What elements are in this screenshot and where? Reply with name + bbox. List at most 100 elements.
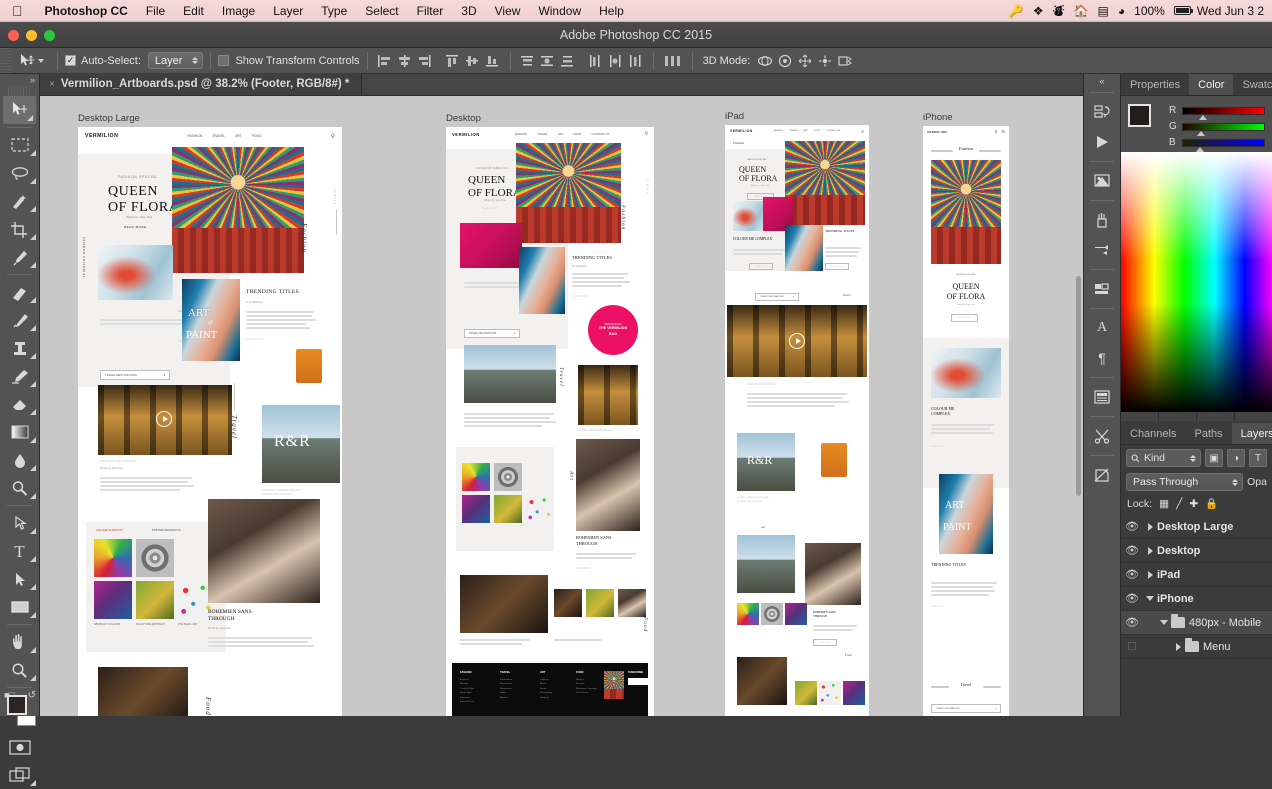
layer-disclosure-triangle[interactable]: [1157, 620, 1171, 625]
menu-item-image[interactable]: Image: [213, 4, 264, 18]
gallery-image-2-desktop[interactable]: [494, 463, 522, 491]
image-pier-ipad[interactable]: R&R: [737, 433, 795, 491]
nav-link-food-desktop[interactable]: FOOD: [573, 132, 581, 136]
auto-select-target-dropdown[interactable]: Layer: [147, 52, 204, 69]
type-filter-icon[interactable]: T: [1249, 449, 1267, 467]
layer-visibility-toggle[interactable]: 👁: [1121, 544, 1143, 557]
dropbox-icon[interactable]: ❖: [1033, 5, 1044, 17]
brush-tool[interactable]: [0, 306, 39, 334]
spot-healing-brush-tool[interactable]: [0, 278, 39, 306]
image-cistern-desktop[interactable]: [578, 365, 638, 425]
move-tool[interactable]: [3, 96, 36, 124]
hero-image-queen-desktop[interactable]: [516, 143, 621, 243]
menu-item-type[interactable]: Type: [312, 4, 356, 18]
mockup-brand[interactable]: VERMILION: [85, 133, 118, 139]
table-row[interactable]: 👁 480px - Mobile: [1121, 611, 1272, 635]
gallery-image-3[interactable]: [94, 581, 132, 619]
nav-link-art[interactable]: ART: [235, 134, 242, 138]
hero-cta-iphone[interactable]: READ MORE: [951, 314, 978, 322]
mockup-search-icon-ipad[interactable]: ⚲: [861, 129, 864, 134]
tool-flyout-icon[interactable]: [30, 465, 36, 471]
adjustment-filter-icon[interactable]: ◑: [1227, 449, 1245, 467]
travel-destinations-dropdown-iphone[interactable]: TRAVEL DESTINATIONS ▾: [931, 704, 1001, 713]
tool-flyout-icon[interactable]: [30, 150, 36, 156]
artboard-desktop-large[interactable]: VERMILION FASHION TRAVEL ART FOOD ⚲ FASH…: [78, 127, 342, 716]
gallery-image-large-ipad[interactable]: [737, 535, 795, 593]
screen-mode-button[interactable]: [0, 761, 39, 789]
artboard-label-ipad[interactable]: iPad: [725, 111, 744, 122]
trending-cta[interactable]: READ MORE: [246, 337, 263, 341]
menu-item-layer[interactable]: Layer: [264, 4, 312, 18]
rectangular-marquee-tool[interactable]: [0, 131, 39, 159]
rail-collapse-icon[interactable]: «: [1084, 74, 1120, 88]
hand-tool[interactable]: [0, 628, 39, 656]
image-food-2-desktop[interactable]: [554, 589, 582, 617]
image-art-paint-ipad[interactable]: [785, 225, 823, 271]
eyedropper-tool[interactable]: [0, 243, 39, 271]
image-food-3-desktop[interactable]: [586, 589, 614, 617]
artboard-label-iphone[interactable]: iPhone: [923, 112, 953, 123]
mockup-search-icon-iphone[interactable]: ⚲: [994, 129, 997, 134]
image-dancer-desktop[interactable]: [576, 439, 640, 531]
close-document-icon[interactable]: ×: [49, 79, 55, 90]
hamburger-menu-icon[interactable]: ☰: [1001, 129, 1005, 134]
menu-item-select[interactable]: Select: [356, 4, 407, 18]
image-food-3-ipad[interactable]: [819, 681, 841, 705]
lock-all-icon[interactable]: 🔒: [1205, 497, 1218, 510]
nav-link-fashion-ipad[interactable]: FASHION: [774, 130, 784, 132]
layer-disclosure-triangle[interactable]: [1143, 522, 1157, 531]
tab-color[interactable]: Color: [1189, 74, 1234, 95]
image-food-4-desktop[interactable]: [618, 589, 646, 617]
close-window-button[interactable]: [8, 30, 19, 41]
align-bottom-edges-button[interactable]: [483, 51, 503, 70]
type-tool[interactable]: T: [0, 537, 39, 565]
tool-flyout-icon[interactable]: [30, 437, 36, 443]
actions-play-icon[interactable]: [1084, 127, 1120, 157]
distribute-spacing-button[interactable]: [661, 51, 685, 70]
play-button[interactable]: [156, 411, 172, 427]
show-transform-controls-checkbox[interactable]: [218, 55, 230, 66]
nav-link-fashion-desktop[interactable]: FASHION: [515, 132, 527, 136]
align-right-edges-button[interactable]: [415, 51, 435, 70]
pen-tool[interactable]: [0, 509, 39, 537]
image-food-desktop[interactable]: [460, 575, 548, 633]
trending-cta-iphone[interactable]: READ MORE: [931, 606, 944, 608]
slider-r[interactable]: [1182, 106, 1265, 120]
layer-visibility-toggle[interactable]: 👁: [1121, 592, 1143, 605]
table-row[interactable]: ☐ Menu: [1121, 635, 1272, 659]
lasso-tool[interactable]: [0, 159, 39, 187]
image-art-paint-iphone[interactable]: ART PAINT: [939, 474, 993, 554]
table-row[interactable]: 👁 Desktop Large: [1121, 515, 1272, 539]
align-left-edges-button[interactable]: [375, 51, 395, 70]
tool-flyout-icon[interactable]: [30, 234, 36, 240]
footer-cover-image[interactable]: [604, 671, 624, 699]
image-art-paint[interactable]: ART of PAINT: [182, 279, 240, 361]
history-icon[interactable]: [1084, 97, 1120, 127]
gradient-tool[interactable]: [0, 418, 39, 446]
tool-flyout-icon[interactable]: [30, 584, 36, 590]
layer-visibility-toggle[interactable]: 👁: [1121, 520, 1143, 533]
distribute-top-edges-button[interactable]: [518, 51, 538, 70]
table-row[interactable]: 👁 Desktop: [1121, 539, 1272, 563]
rectangle-tool[interactable]: [0, 593, 39, 621]
table-row[interactable]: 👁 iPad: [1121, 563, 1272, 587]
footer-email-input[interactable]: [628, 678, 654, 685]
nav-link-food[interactable]: FOOD: [252, 134, 262, 138]
layer-visibility-toggle[interactable]: 👁: [1121, 616, 1143, 629]
swap-colors-icon[interactable]: ↺: [28, 690, 36, 701]
play-button-ipad[interactable]: [789, 333, 805, 349]
tool-flyout-icon[interactable]: [30, 353, 36, 359]
canvas-vertical-scrollbar[interactable]: [1075, 96, 1082, 716]
tool-preset-chevron-icon[interactable]: [38, 58, 44, 63]
image-cistern[interactable]: [98, 385, 232, 455]
keychain-icon[interactable]: 🔑: [1009, 5, 1024, 17]
trending-cta-ipad[interactable]: READ MORE: [825, 263, 850, 270]
image-bag[interactable]: [296, 349, 322, 383]
layer-kind-filter[interactable]: Kind: [1126, 449, 1201, 467]
layer-disclosure-triangle[interactable]: [1143, 570, 1157, 579]
hero-cta-desktop[interactable]: READ MORE: [482, 207, 497, 210]
align-top-edges-button[interactable]: [443, 51, 463, 70]
notes-icon[interactable]: [1084, 460, 1120, 490]
tab-layers[interactable]: Layers: [1231, 423, 1272, 444]
image-fish[interactable]: [98, 245, 173, 300]
